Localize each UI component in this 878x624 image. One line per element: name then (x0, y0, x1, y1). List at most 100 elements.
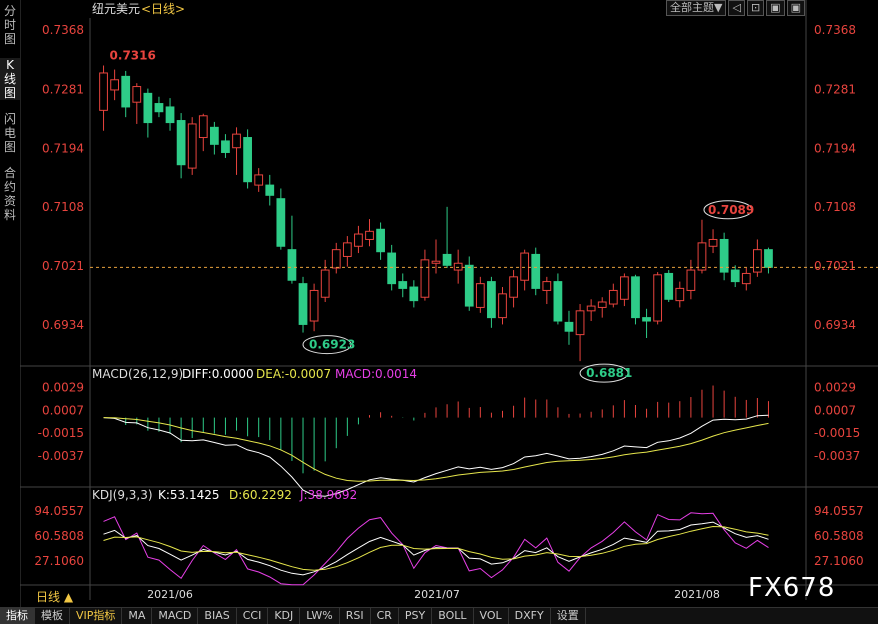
candle-body-49 (642, 317, 651, 322)
candle-body-51 (664, 272, 674, 300)
candle-body-29 (420, 259, 430, 298)
candle-body-11 (221, 140, 230, 153)
candle-body-24 (365, 230, 374, 240)
indicator-tab-vol-13[interactable]: VOL (474, 608, 509, 624)
macd-y-tick-left-0: 0.0029 (42, 380, 84, 394)
price-annotation-2: 0.6881 (586, 366, 632, 380)
theme-selector[interactable]: 全部主题▼ (666, 0, 727, 16)
candle-body-36 (498, 293, 507, 319)
y-tick-right-2: 0.7194 (814, 141, 856, 155)
top-control-button-0[interactable]: ◁ (728, 0, 745, 16)
macd-y-tick-right-3: -0.0037 (814, 449, 860, 463)
kdj-y-tick-right-0: 94.0557 (814, 504, 864, 518)
candle-body-7 (176, 120, 186, 166)
indicator-tab-cci-6[interactable]: CCI (237, 608, 269, 624)
candle-body-57 (730, 269, 740, 283)
kdj-label: KDJ(9,3,3) (92, 488, 153, 502)
candle-body-58 (741, 272, 751, 285)
candle-body-1 (110, 79, 120, 91)
candle-body-21 (331, 249, 341, 269)
candle-body-10 (209, 126, 219, 145)
candle-body-52 (675, 287, 685, 302)
candle-body-42 (564, 321, 574, 332)
kdj-j-value: J:38.9692 (299, 488, 357, 502)
y-tick-right-5: 0.6934 (814, 318, 856, 332)
candle-body-53 (686, 269, 696, 291)
candle-body-55 (708, 238, 718, 247)
indicator-tab--0[interactable]: 指标 (0, 608, 35, 624)
indicator-tab-cr-10[interactable]: CR (371, 608, 399, 624)
candle-body-9 (198, 115, 208, 139)
chart-symbol: 纽元美元 (92, 2, 140, 16)
indicator-tab-rsi-9[interactable]: RSI (340, 608, 371, 624)
candle-body-34 (475, 283, 485, 308)
candle-body-44 (586, 305, 596, 312)
macd-y-tick-left-1: 0.0007 (42, 403, 84, 417)
candle-body-13 (243, 137, 252, 183)
candle-body-59 (752, 249, 762, 273)
macd-label: MACD(26,12,9) (92, 367, 183, 381)
kdj-d-line (103, 525, 769, 571)
kdj-y-tick-left-2: 27.1060 (34, 554, 84, 568)
indicator-tab-lw-8[interactable]: LW% (300, 608, 340, 624)
indicator-tab-dxfy-14[interactable]: DXFY (509, 608, 551, 624)
candle-body-26 (387, 252, 397, 285)
indicator-tab--1[interactable]: 模板 (35, 608, 70, 624)
macd-dea-value: DEA:-0.0007 (256, 367, 331, 381)
indicator-tab--15[interactable]: 设置 (551, 608, 586, 624)
candle-body-5 (154, 103, 164, 113)
candle-body-40 (542, 281, 552, 291)
candle-body-18 (298, 283, 308, 325)
y-tick-left-0: 0.7368 (42, 23, 84, 37)
y-tick-right-0: 0.7368 (814, 23, 856, 37)
candle-body-22 (342, 242, 352, 257)
y-tick-right-1: 0.7281 (814, 82, 856, 96)
macd-y-tick-left-2: -0.0015 (38, 426, 84, 440)
macd-y-tick-right-0: 0.0029 (814, 380, 856, 394)
indicator-tab-ma-3[interactable]: MA (122, 608, 153, 624)
macd-y-tick-right-1: 0.0007 (814, 403, 856, 417)
macd-y-tick-left-3: -0.0037 (38, 449, 84, 463)
price-annotation-1: 0.6923 (309, 338, 355, 352)
kdj-y-tick-left-0: 94.0557 (34, 504, 84, 518)
top-controls: 全部主题▼ ◁ ⊡ ▣ ▣ (666, 0, 805, 16)
macd-y-tick-right-2: -0.0015 (814, 426, 860, 440)
y-tick-left-2: 0.7194 (42, 141, 84, 155)
candle-body-19 (309, 289, 319, 322)
candle-body-25 (376, 228, 385, 253)
indicator-tab-kdj-7[interactable]: KDJ (268, 608, 301, 624)
candle-body-48 (631, 276, 640, 319)
candle-body-28 (409, 286, 419, 302)
candle-body-27 (398, 281, 408, 289)
x-label-1: 2021/07 (414, 588, 460, 601)
candle-body-12 (232, 133, 241, 149)
top-control-button-1[interactable]: ⊡ (746, 0, 765, 16)
candle-body-23 (354, 233, 363, 247)
period-label[interactable]: 日线 ▲ (36, 588, 73, 605)
candle-body-15 (265, 184, 275, 196)
kdj-y-tick-right-1: 60.5808 (814, 529, 864, 543)
y-tick-right-3: 0.7108 (814, 200, 856, 214)
macd-diff-value: DIFF:0.0000 (182, 367, 254, 381)
y-tick-right-4: 0.7021 (814, 259, 856, 273)
indicator-tab-vip-2[interactable]: VIP指标 (70, 608, 123, 624)
candle-body-45 (597, 301, 607, 308)
indicator-tab-psy-11[interactable]: PSY (399, 608, 433, 624)
indicator-tab-macd-4[interactable]: MACD (152, 608, 199, 624)
candle-body-39 (531, 253, 541, 289)
y-tick-left-4: 0.7021 (42, 259, 84, 273)
y-tick-left-1: 0.7281 (42, 82, 84, 96)
kdj-k-value: K:53.1425 (158, 488, 220, 502)
top-control-button-3[interactable]: ▣ (786, 0, 805, 16)
candle-body-31 (442, 253, 452, 266)
candle-body-41 (553, 281, 563, 322)
indicator-tab-bias-5[interactable]: BIAS (198, 608, 237, 624)
top-control-button-2[interactable]: ▣ (766, 0, 785, 16)
candle-body-37 (509, 276, 518, 298)
price-annotation-0: 0.7316 (110, 48, 156, 62)
macd-macd-value: MACD:0.0014 (335, 367, 417, 381)
candle-body-46 (608, 289, 618, 305)
candle-body-16 (276, 198, 286, 247)
candle-body-20 (320, 269, 330, 298)
indicator-tab-boll-12[interactable]: BOLL (432, 608, 474, 624)
